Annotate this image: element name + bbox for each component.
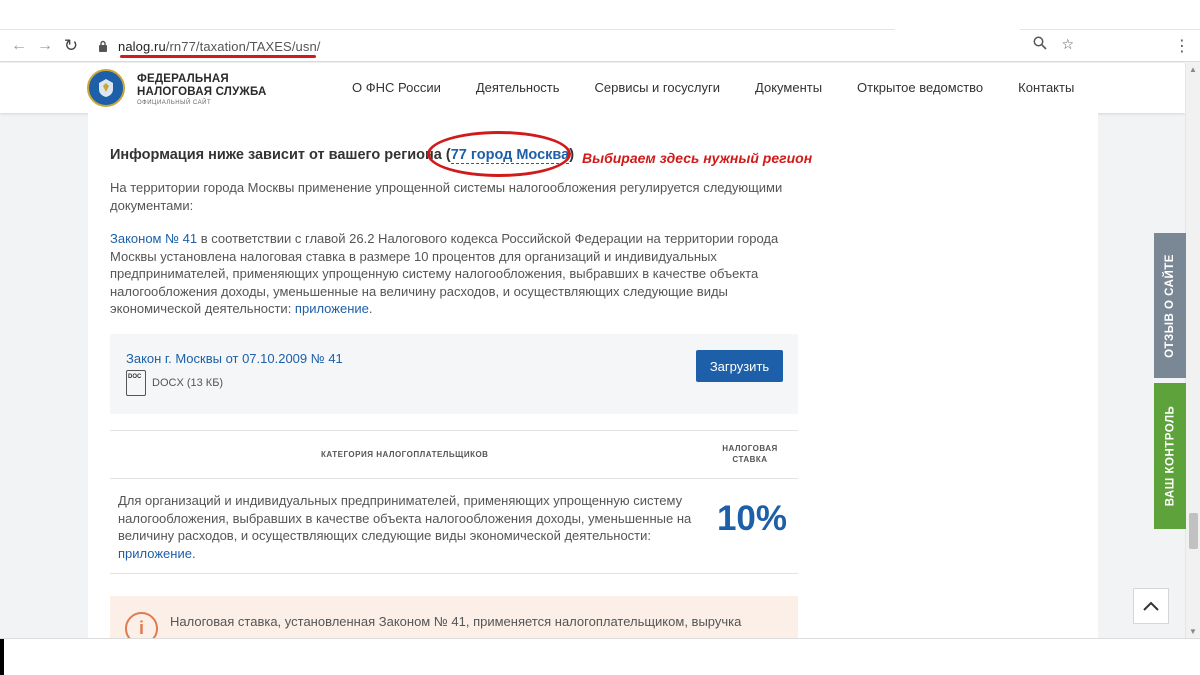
table-header-rate-line1: НАЛОГОВАЯ bbox=[722, 444, 778, 453]
logo-line2: НАЛОГОВАЯ СЛУЖБА bbox=[137, 86, 267, 98]
feedback-side-tab-label: ОТЗЫВ О САЙТЕ bbox=[1164, 253, 1177, 358]
nav-item-activity[interactable]: Деятельность bbox=[476, 80, 560, 95]
document-card: Закон г. Москвы от 07.10.2009 № 41 DOC D… bbox=[110, 334, 798, 414]
control-side-tab[interactable]: ВАШ КОНТРОЛЬ bbox=[1154, 383, 1186, 529]
lock-icon bbox=[96, 39, 110, 53]
law-paragraph-text: в соответствии с главой 26.2 Налогового … bbox=[110, 231, 779, 316]
bottom-bar bbox=[0, 638, 1200, 675]
table-row-category-end: . bbox=[191, 545, 196, 561]
site-header: ФЕДЕРАЛЬНАЯ НАЛОГОВАЯ СЛУЖБА ОФИЦИАЛЬНЫЙ… bbox=[0, 63, 1185, 113]
table-header-row: КАТЕГОРИЯ НАЛОГОПЛАТЕЛЬЩИКОВ НАЛОГОВАЯ СТ… bbox=[110, 431, 798, 479]
appendix-link[interactable]: приложение bbox=[295, 301, 369, 316]
browser-menu-icon[interactable]: ⋮ bbox=[1174, 36, 1190, 56]
tax-rate-table: КАТЕГОРИЯ НАЛОГОПЛАТЕЛЬЩИКОВ НАЛОГОВАЯ СТ… bbox=[110, 430, 798, 574]
scroll-down-arrow-icon[interactable]: ▼ bbox=[1189, 627, 1197, 636]
document-file-info: DOC DOCX (13 КБ) bbox=[126, 370, 223, 396]
page-scrollbar[interactable]: ▲ ▼ bbox=[1185, 63, 1200, 638]
url-host: nalog.ru bbox=[118, 38, 166, 54]
feedback-side-tab[interactable]: ОТЗЫВ О САЙТЕ bbox=[1154, 233, 1186, 378]
table-row-rate: 10% bbox=[716, 499, 788, 538]
scroll-to-top-button[interactable] bbox=[1133, 588, 1169, 624]
zoom-icon[interactable] bbox=[1033, 36, 1048, 53]
doc-file-icon-label: DOC bbox=[128, 374, 142, 380]
document-file-size: DOCX (13 КБ) bbox=[152, 377, 224, 389]
back-icon[interactable]: ← bbox=[6, 33, 32, 59]
url-red-underline bbox=[120, 55, 316, 58]
address-bar-actions: ☆ bbox=[1033, 36, 1074, 53]
url-text: nalog.ru/rn77/taxation/TAXES/usn/ bbox=[118, 39, 321, 54]
scroll-thumb[interactable] bbox=[1189, 513, 1198, 549]
nav-item-about[interactable]: О ФНС России bbox=[352, 80, 441, 95]
doc-file-icon: DOC bbox=[126, 370, 146, 396]
bookmark-star-icon[interactable]: ☆ bbox=[1061, 36, 1074, 53]
law-paragraph: Законом № 41 в соответствии с главой 26.… bbox=[110, 230, 800, 318]
law-paragraph-end: . bbox=[368, 301, 373, 316]
chevron-up-icon bbox=[1143, 601, 1159, 611]
download-button[interactable]: Загрузить bbox=[696, 350, 783, 382]
tab-strip-gap bbox=[895, 0, 1020, 30]
table-row-category: Для организаций и индивидуальных предпри… bbox=[118, 492, 698, 562]
nav-item-contacts[interactable]: Контакты bbox=[1018, 80, 1074, 95]
main-navigation: О ФНС России Деятельность Сервисы и госу… bbox=[352, 80, 1074, 95]
intro-paragraph: На территории города Москвы применение у… bbox=[110, 180, 783, 213]
logo-line1: ФЕДЕРАЛЬНАЯ bbox=[137, 73, 229, 85]
url-path: /rn77/taxation/TAXES/usn/ bbox=[165, 38, 321, 54]
info-icon: i bbox=[125, 612, 158, 638]
bottom-left-edge bbox=[0, 639, 4, 675]
law-41-link[interactable]: Законом № 41 bbox=[110, 231, 197, 246]
table-header-category: КАТЕГОРИЯ НАЛОГОПЛАТЕЛЬЩИКОВ bbox=[321, 450, 489, 459]
region-annotation: Выбираем здесь нужный регион bbox=[582, 150, 813, 166]
reload-icon[interactable]: ↻ bbox=[58, 33, 84, 59]
nav-item-open-agency[interactable]: Открытое ведомство bbox=[857, 80, 983, 95]
table-row-category-text: Для организаций и индивидуальных предпри… bbox=[118, 493, 692, 543]
table-header-rate-line2: СТАВКА bbox=[732, 455, 768, 464]
browser-window: ← → ↻ nalog.ru/rn77/taxation/TAXES/usn/ … bbox=[0, 0, 1200, 675]
document-title-link[interactable]: Закон г. Москвы от 07.10.2009 № 41 bbox=[126, 351, 343, 366]
region-red-circle bbox=[427, 131, 571, 177]
forward-icon[interactable]: → bbox=[32, 33, 58, 59]
info-notice-text: Налоговая ставка, установленная Законом … bbox=[170, 614, 742, 629]
site-logo-text[interactable]: ФЕДЕРАЛЬНАЯ НАЛОГОВАЯ СЛУЖБА ОФИЦИАЛЬНЫЙ… bbox=[137, 73, 267, 107]
info-notice: i Налоговая ставка, установленная Законо… bbox=[110, 596, 798, 638]
table-header-rate: НАЛОГОВАЯ СТАВКА bbox=[705, 443, 795, 465]
nav-item-services[interactable]: Сервисы и госуслуги bbox=[595, 80, 720, 95]
logo-line3: ОФИЦИАЛЬНЫЙ САЙТ bbox=[137, 100, 212, 106]
scroll-up-arrow-icon[interactable]: ▲ bbox=[1189, 65, 1197, 74]
main-content: Информация ниже зависит от вашего регион… bbox=[88, 113, 1098, 638]
tab-strip bbox=[0, 0, 1200, 30]
fns-emblem-icon[interactable] bbox=[87, 69, 125, 107]
table-appendix-link[interactable]: приложение bbox=[118, 546, 192, 561]
nav-item-documents[interactable]: Документы bbox=[755, 80, 822, 95]
control-side-tab-label: ВАШ КОНТРОЛЬ bbox=[1164, 405, 1177, 507]
region-heading-text: Информация ниже зависит от вашего регион… bbox=[110, 147, 446, 163]
